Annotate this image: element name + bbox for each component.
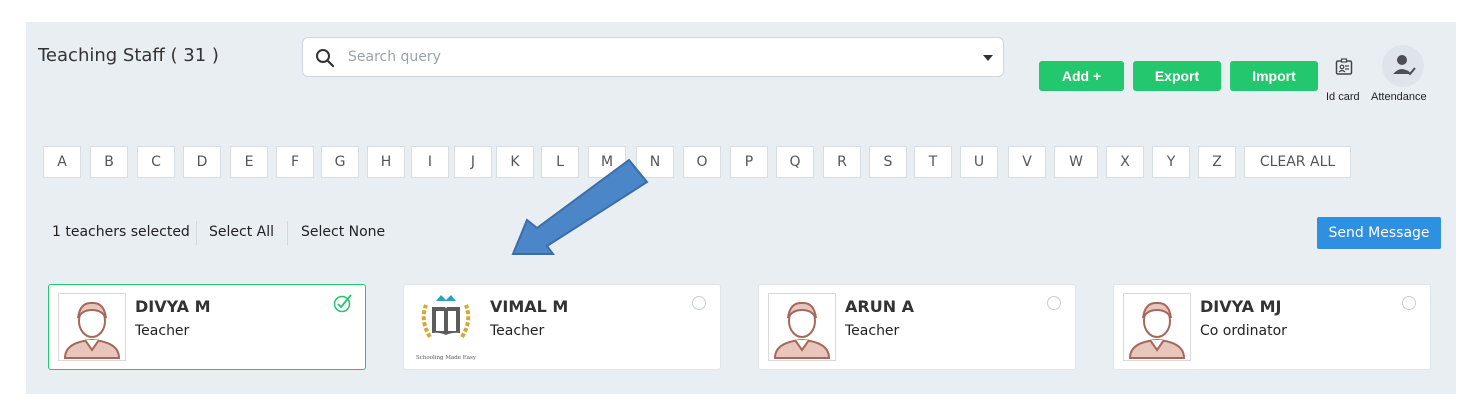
attendance-button[interactable]	[1382, 45, 1424, 87]
import-button[interactable]: Import	[1230, 61, 1318, 91]
teacher-card[interactable]: DIVYA MJ Co ordinator	[1113, 284, 1431, 370]
teacher-role: Teacher	[135, 323, 190, 339]
id-card-icon[interactable]	[1335, 58, 1353, 76]
alpha-filter-x[interactable]: X	[1106, 146, 1144, 178]
alpha-filter-i[interactable]: I	[411, 146, 449, 178]
alpha-filter-a[interactable]: A	[43, 146, 81, 178]
teacher-card[interactable]: DIVYA M Teacher	[48, 284, 366, 370]
teacher-name: ARUN A	[845, 297, 915, 316]
logo-caption: Schooling Made Easy	[415, 355, 476, 361]
select-radio[interactable]	[1047, 296, 1061, 310]
teacher-role: Co ordinator	[1200, 323, 1287, 339]
clear-all-button[interactable]: CLEAR ALL	[1244, 146, 1351, 178]
alpha-filter-b[interactable]: B	[90, 146, 128, 178]
search-placeholder: Search query	[348, 49, 441, 65]
alpha-filter-d[interactable]: D	[183, 146, 221, 178]
alpha-filter-g[interactable]: G	[321, 146, 359, 178]
alpha-filter-j[interactable]: J	[454, 146, 492, 178]
alpha-filter-u[interactable]: U	[960, 146, 998, 178]
export-button[interactable]: Export	[1133, 61, 1221, 91]
search-icon	[316, 49, 335, 68]
alpha-filter-e[interactable]: E	[230, 146, 268, 178]
alpha-filter-o[interactable]: O	[683, 146, 721, 178]
person-avatar	[768, 293, 836, 361]
person-avatar	[58, 293, 126, 361]
alpha-filter-c[interactable]: C	[137, 146, 175, 178]
school-logo: Schooling Made Easy	[410, 291, 482, 365]
teacher-role: Teacher	[845, 323, 900, 339]
select-radio[interactable]	[1402, 296, 1416, 310]
alpha-filter-w[interactable]: W	[1054, 146, 1098, 178]
alpha-filter-f[interactable]: F	[276, 146, 314, 178]
attendance-label[interactable]: Attendance	[1371, 91, 1427, 103]
annotation-arrow-icon	[511, 158, 649, 255]
selected-count: 1 teachers selected	[52, 224, 190, 240]
alpha-filter-s[interactable]: S	[869, 146, 907, 178]
person-avatar	[1123, 293, 1191, 361]
id-card-label[interactable]: Id card	[1326, 91, 1360, 103]
alpha-filter-p[interactable]: P	[730, 146, 768, 178]
page-title: Teaching Staff ( 31 )	[38, 45, 219, 66]
select-radio[interactable]	[692, 296, 706, 310]
alpha-filter-r[interactable]: R	[823, 146, 861, 178]
teacher-card[interactable]: ARUN A Teacher	[758, 284, 1076, 370]
select-all-link[interactable]: Select All	[209, 224, 274, 240]
teacher-name: DIVYA MJ	[1200, 297, 1282, 316]
alpha-filter-q[interactable]: Q	[776, 146, 814, 178]
teacher-name: VIMAL M	[490, 297, 569, 316]
send-message-button[interactable]: Send Message	[1317, 217, 1441, 249]
search-input[interactable]: Search query	[302, 37, 1004, 77]
alpha-filter-h[interactable]: H	[367, 146, 405, 178]
teacher-card[interactable]: Schooling Made Easy VIMAL M Teacher	[403, 284, 721, 370]
add-button[interactable]: Add +	[1039, 61, 1124, 91]
alpha-filter-v[interactable]: V	[1008, 146, 1046, 178]
divider	[287, 221, 288, 245]
alpha-filter-t[interactable]: T	[914, 146, 952, 178]
teacher-role: Teacher	[490, 323, 545, 339]
dropdown-caret-icon[interactable]	[983, 55, 993, 61]
check-circle-icon[interactable]	[333, 293, 353, 313]
select-none-link[interactable]: Select None	[301, 224, 385, 240]
teacher-name: DIVYA M	[135, 297, 211, 316]
attendance-icon	[1393, 55, 1416, 76]
divider	[196, 221, 197, 245]
alpha-filter-y[interactable]: Y	[1152, 146, 1190, 178]
alpha-filter-z[interactable]: Z	[1198, 146, 1236, 178]
